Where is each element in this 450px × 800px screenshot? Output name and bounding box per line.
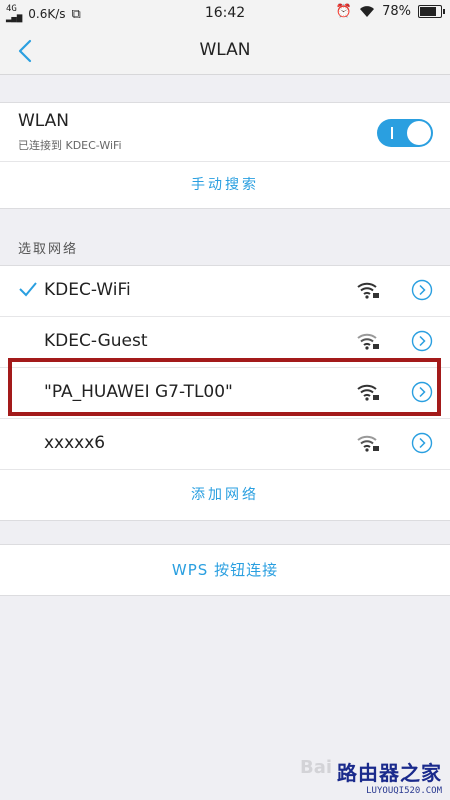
page-title: WLAN	[199, 40, 251, 60]
wps-card: WPS 按钮连接	[0, 544, 450, 596]
wlan-card: WLAN 已连接到 KDEC-WiFi 手动搜索	[0, 102, 450, 209]
battery-percent: 78%	[382, 4, 411, 19]
network-name: KDEC-WiFi	[44, 280, 131, 300]
wifi-locked-icon	[357, 384, 379, 401]
network-row-kdec-wifi[interactable]: KDEC-WiFi	[0, 266, 450, 317]
wps-button-connect[interactable]: WPS 按钮连接	[0, 545, 450, 595]
faint-watermark: Bai	[300, 757, 333, 778]
network-name: KDEC-Guest	[44, 331, 148, 351]
info-arrow-icon[interactable]	[411, 381, 433, 403]
info-arrow-icon[interactable]	[411, 330, 433, 352]
wifi-locked-icon	[357, 282, 379, 299]
wlan-connection-status: 已连接到 KDEC-WiFi	[18, 139, 122, 152]
wlan-title: WLAN	[18, 111, 70, 131]
alarm-icon: ⏰	[335, 4, 353, 19]
wifi-locked-icon	[357, 435, 379, 452]
nav-bar: WLAN	[0, 28, 450, 75]
info-arrow-icon[interactable]	[411, 432, 433, 454]
site-watermark: 路由器之家 LUYOUQI520.COM	[337, 757, 442, 796]
network-list-card: KDEC-WiFi KDEC-Guest "PA_HUAWEI G7-TL00"	[0, 265, 450, 521]
wlan-toggle[interactable]	[377, 119, 433, 147]
add-network-link[interactable]: 添加网络	[0, 470, 450, 520]
watermark-url: LUYOUQI520.COM	[366, 786, 442, 796]
network-row-kdec-guest[interactable]: KDEC-Guest	[0, 317, 450, 368]
network-row-pa-huawei[interactable]: "PA_HUAWEI G7-TL00"	[0, 368, 450, 419]
manual-search-link[interactable]: 手动搜索	[0, 162, 450, 208]
info-arrow-icon[interactable]	[411, 279, 433, 301]
wifi-locked-icon	[357, 333, 379, 350]
status-right: ⏰ 78%	[335, 4, 445, 19]
watermark-brand: 路由器之家	[337, 761, 442, 785]
wifi-status-icon	[360, 5, 375, 17]
wlan-toggle-row: WLAN 已连接到 KDEC-WiFi	[0, 103, 450, 162]
network-row-xxxxx6[interactable]: xxxxx6	[0, 419, 450, 470]
status-bar: 4G ▂▄▆ 0.6K/s ⧉ 16:42 ⏰ 78%	[0, 0, 450, 28]
network-name: "PA_HUAWEI G7-TL00"	[44, 382, 233, 402]
checkmark-icon	[19, 282, 37, 297]
network-name: xxxxx6	[44, 433, 106, 453]
battery-icon	[418, 5, 445, 18]
section-label-choose-network: 选取网络	[18, 242, 79, 257]
